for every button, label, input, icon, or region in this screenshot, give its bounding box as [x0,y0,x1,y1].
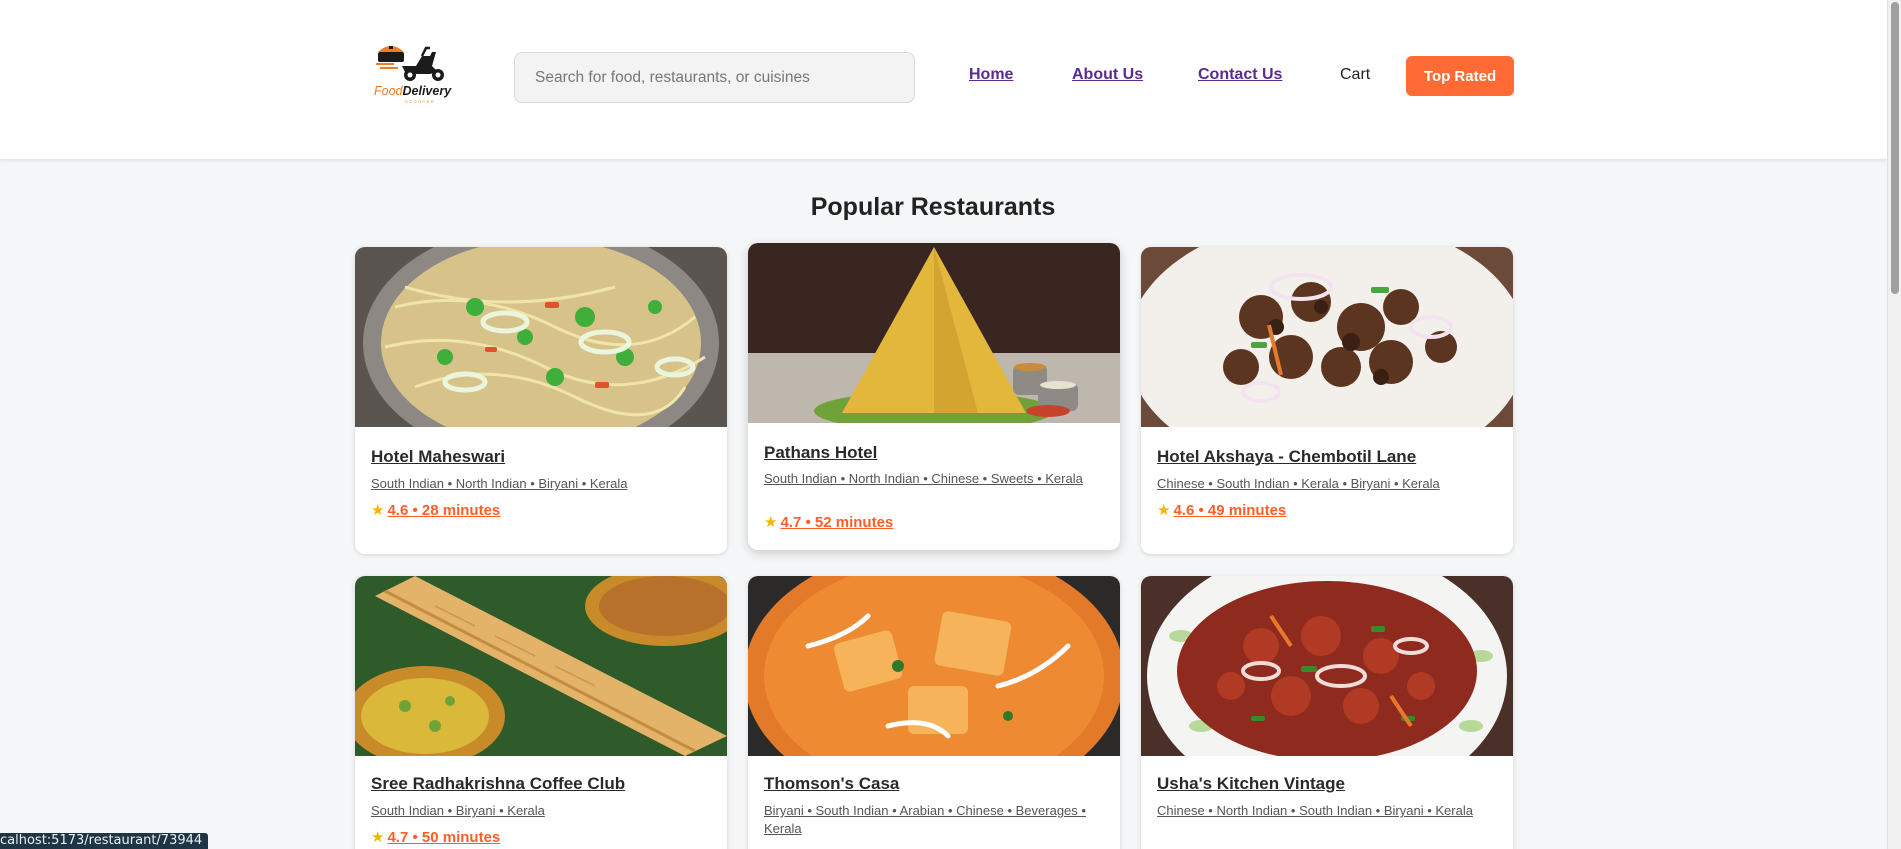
restaurant-rating: ★ 4.6 • 28 minutes [371,501,500,519]
restaurant-image [355,247,727,427]
restaurant-card[interactable]: Hotel Akshaya - Chembotil Lane Chinese •… [1141,247,1513,554]
restaurant-cuisines: South Indian • North Indian • Biryani • … [371,476,628,491]
restaurant-rating-text: 4.7 • 50 minutes [387,829,501,846]
restaurant-rating: ★ 4.7 • 52 minutes [764,513,893,531]
restaurant-image [748,243,1120,423]
restaurant-image [355,576,727,756]
star-icon: ★ [1157,502,1171,519]
star-icon: ★ [764,514,778,531]
star-icon: ★ [371,502,385,519]
site-header: FoodDelivery SCOOTER Home About Us Conta… [0,0,1887,160]
restaurant-card[interactable]: Hotel Maheswari South Indian • North Ind… [355,247,727,554]
nav-contact-link[interactable]: Contact Us [1198,66,1282,84]
restaurant-card[interactable]: Usha's Kitchen Vintage Chinese • North I… [1141,576,1513,849]
restaurant-rating-text: 4.6 • 28 minutes [387,502,501,519]
top-rated-button[interactable]: Top Rated [1406,56,1514,96]
restaurant-cuisines: Chinese • North Indian • South Indian • … [1157,803,1473,818]
logo-brand-part2: Delivery [402,84,452,98]
search-input[interactable] [514,52,915,103]
restaurant-image [1141,247,1513,427]
restaurant-card[interactable]: Thomson's Casa Biryani • South Indian • … [748,576,1120,849]
restaurant-cuisines: Chinese • South Indian • Kerala • Biryan… [1157,476,1440,491]
nav-about-link[interactable]: About Us [1072,66,1143,84]
restaurant-image [1141,576,1513,756]
restaurant-name[interactable]: Usha's Kitchen Vintage [1157,774,1345,794]
restaurant-cuisines: South Indian • North Indian • Chinese • … [764,471,1083,486]
restaurant-rating-text: 4.6 • 49 minutes [1173,502,1287,519]
logo-text: FoodDelivery [374,84,451,98]
restaurant-name[interactable]: Hotel Maheswari [371,447,505,467]
logo[interactable]: FoodDelivery SCOOTER [372,42,458,106]
restaurant-image [748,576,1120,756]
restaurant-name[interactable]: Pathans Hotel [764,443,877,463]
restaurant-rating-text: 4.7 • 52 minutes [780,514,894,531]
restaurant-card[interactable]: Pathans Hotel South Indian • North India… [748,243,1120,550]
restaurant-name[interactable]: Thomson's Casa [764,774,899,794]
page-scrollbar[interactable] [1887,0,1901,849]
section-title: Popular Restaurants [810,193,1056,221]
logo-tagline: SCOOTER [405,99,436,104]
scrollbar-thumb[interactable] [1891,2,1899,294]
logo-brand-part1: Food [374,84,403,98]
restaurant-cuisines: South Indian • Biryani • Kerala [371,803,545,818]
restaurant-name[interactable]: Hotel Akshaya - Chembotil Lane [1157,447,1416,467]
nav-home-link[interactable]: Home [969,66,1013,84]
scooter-logo-icon [376,46,444,81]
restaurant-name[interactable]: Sree Radhakrishna Coffee Club [371,774,625,794]
status-bar-url: calhost:5173/restaurant/73944 [0,833,209,849]
star-icon: ★ [371,829,385,846]
nav-cart-link[interactable]: Cart [1340,66,1370,84]
restaurant-cuisines: Biryani • South Indian • Arabian • Chine… [764,803,1086,836]
restaurant-rating: ★ 4.6 • 49 minutes [1157,501,1286,519]
restaurant-card[interactable]: Sree Radhakrishna Coffee Club South Indi… [355,576,727,849]
restaurant-rating: ★ 4.7 • 50 minutes [371,828,500,846]
